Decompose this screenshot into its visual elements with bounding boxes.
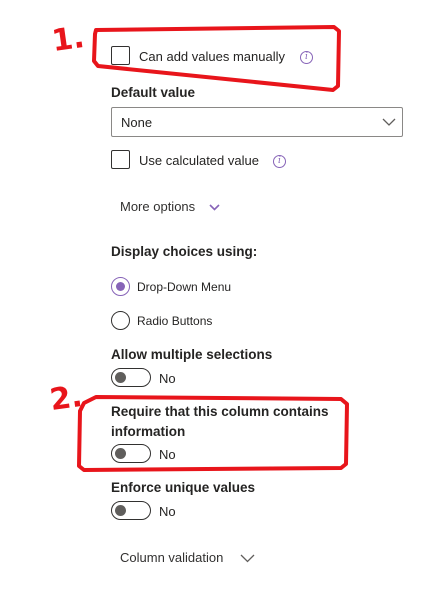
allow-multiple-toggle[interactable] bbox=[111, 368, 151, 387]
info-icon[interactable]: i bbox=[273, 155, 286, 168]
default-value-selected: None bbox=[121, 115, 153, 130]
chevron-down-icon bbox=[209, 204, 220, 211]
default-value-dropdown[interactable]: None bbox=[111, 107, 403, 137]
display-choices-heading: Display choices using: bbox=[111, 244, 258, 259]
info-icon[interactable]: i bbox=[300, 51, 313, 64]
require-info-state: No bbox=[159, 447, 176, 462]
can-add-values-manually-label: Can add values manually bbox=[139, 49, 285, 64]
enforce-unique-state: No bbox=[159, 504, 176, 519]
use-calculated-value-checkbox[interactable] bbox=[111, 150, 130, 169]
enforce-unique-toggle[interactable] bbox=[111, 501, 151, 520]
radio-selected-dot bbox=[115, 281, 125, 291]
toggle-knob bbox=[115, 447, 126, 459]
more-options-label: More options bbox=[120, 199, 196, 214]
can-add-values-manually-checkbox[interactable] bbox=[111, 46, 130, 65]
require-info-heading-line2: information bbox=[111, 424, 186, 439]
column-validation-label: Column validation bbox=[120, 550, 224, 565]
radio-drop-down-menu-label: Drop-Down Menu bbox=[137, 280, 232, 294]
radio-radio-buttons-label: Radio Buttons bbox=[137, 314, 213, 328]
chevron-down-icon bbox=[240, 554, 255, 563]
allow-multiple-state: No bbox=[159, 371, 176, 386]
toggle-knob bbox=[115, 371, 126, 383]
require-info-toggle[interactable] bbox=[111, 444, 151, 463]
more-options-button[interactable]: More options bbox=[120, 199, 224, 217]
radio-drop-down-menu[interactable] bbox=[111, 277, 130, 296]
allow-multiple-heading: Allow multiple selections bbox=[111, 347, 273, 362]
default-value-heading: Default value bbox=[111, 85, 196, 100]
radio-radio-buttons[interactable] bbox=[111, 311, 130, 330]
require-info-heading: Require that this column contains bbox=[111, 404, 329, 419]
chevron-down-icon bbox=[382, 118, 396, 126]
use-calculated-value-label: Use calculated value bbox=[139, 153, 259, 168]
toggle-knob bbox=[115, 504, 126, 516]
enforce-unique-heading: Enforce unique values bbox=[111, 480, 256, 495]
column-validation-button[interactable]: Column validation bbox=[120, 550, 260, 568]
annotation-highlight-overlay bbox=[77, 25, 349, 472]
